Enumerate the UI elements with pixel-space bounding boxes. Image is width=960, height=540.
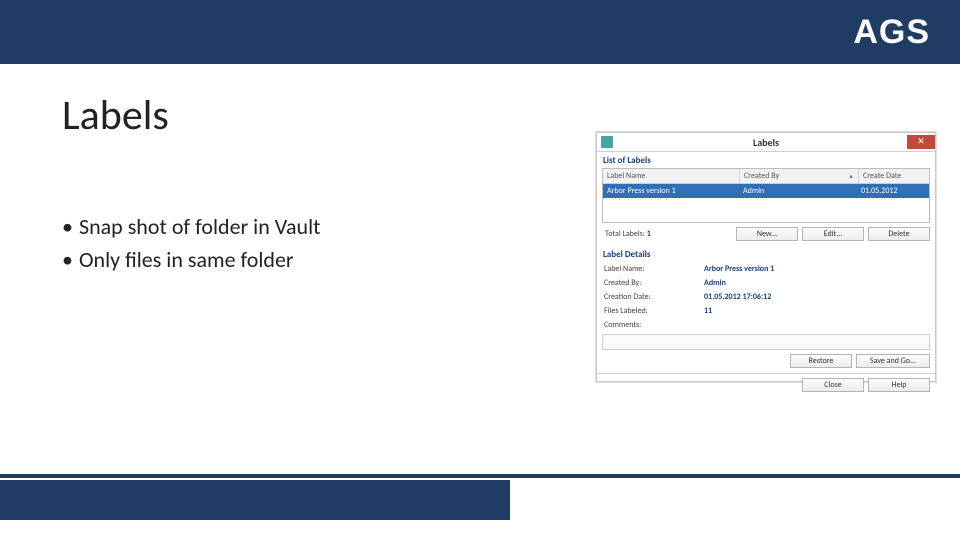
detail-value: 01.05.2012 17:06:12	[704, 292, 771, 302]
col-create-date[interactable]: Create Date	[859, 169, 929, 183]
col-create-date-text: Create Date	[863, 171, 901, 181]
comments-input[interactable]	[602, 334, 930, 350]
col-created-by-text: Created By	[744, 171, 779, 181]
detail-value: Arbor Press version 1	[704, 264, 774, 274]
detail-row-created-by: Created By: Admin	[602, 276, 930, 290]
page-title: Labels	[62, 90, 169, 141]
detail-key: Files Labeled:	[604, 306, 704, 316]
detail-row-files-labeled: Files Labeled: 11	[602, 304, 930, 318]
detail-row-creation-date: Creation Date: 01.05.2012 17:06:12	[602, 290, 930, 304]
total-labels-label: Total Labels:	[605, 229, 645, 239]
list-of-labels-header: List of Labels	[597, 152, 935, 168]
cell-label-name: Arbor Press version 1	[603, 184, 739, 198]
detail-key: Label Name:	[604, 264, 704, 274]
detail-key: Comments:	[604, 320, 704, 330]
labels-dialog: Labels ✕ List of Labels Label Name Creat…	[596, 132, 936, 382]
table-toolbar: Total Labels: 1 New... Edit... Delete	[597, 223, 935, 246]
dialog-titlebar: Labels ✕	[597, 133, 935, 152]
labels-table: Label Name Created By ▲ Create Date Arbo…	[602, 168, 930, 223]
label-details: Label Name: Arbor Press version 1 Create…	[602, 262, 930, 332]
header-bar: AGS	[0, 0, 960, 64]
cell-create-date: 01.05.2012	[857, 184, 929, 198]
save-and-go-button[interactable]: Save and Go...	[856, 354, 930, 368]
bullet-dot-icon: •	[62, 246, 73, 273]
bullet-text: Snap shot of folder in Vault	[79, 213, 321, 240]
help-button[interactable]: Help	[868, 378, 930, 392]
table-header: Label Name Created By ▲ Create Date	[603, 169, 929, 184]
bullet-item: •Snap shot of folder in Vault	[62, 210, 321, 243]
detail-value: 11	[704, 306, 712, 316]
restore-button[interactable]: Restore	[790, 354, 852, 368]
slide: AGS Labels •Snap shot of folder in Vault…	[0, 0, 960, 540]
col-label-name-text: Label Name	[607, 171, 645, 181]
detail-row-comments: Comments:	[602, 318, 930, 332]
bullet-list: •Snap shot of folder in Vault •Only file…	[62, 210, 321, 276]
dialog-title: Labels	[597, 136, 935, 149]
details-footer: Restore Save and Go...	[597, 350, 935, 370]
label-details-header: Label Details	[597, 246, 935, 262]
table-row[interactable]: Arbor Press version 1 Admin 01.05.2012	[603, 184, 929, 198]
detail-key: Created By:	[604, 278, 704, 288]
col-label-name[interactable]: Label Name	[603, 169, 740, 183]
col-created-by[interactable]: Created By ▲	[740, 169, 859, 183]
detail-value: Admin	[704, 278, 726, 288]
detail-key: Creation Date:	[604, 292, 704, 302]
detail-row-label-name: Label Name: Arbor Press version 1	[602, 262, 930, 276]
total-labels: Total Labels: 1	[605, 229, 732, 239]
bullet-item: •Only files in same folder	[62, 243, 321, 276]
delete-button[interactable]: Delete	[868, 227, 930, 241]
dialog-footer: Close Help	[597, 373, 935, 394]
brand-text: AGS	[853, 13, 930, 51]
bullet-dot-icon: •	[62, 213, 73, 240]
close-dialog-button[interactable]: Close	[802, 378, 864, 392]
edit-button[interactable]: Edit...	[802, 227, 864, 241]
total-labels-value: 1	[647, 229, 651, 239]
cell-created-by: Admin	[739, 184, 857, 198]
footer-accent	[0, 480, 510, 520]
divider-line	[0, 474, 960, 478]
table-empty-area	[603, 198, 929, 222]
new-button[interactable]: New...	[736, 227, 798, 241]
bullet-text: Only files in same folder	[79, 246, 294, 273]
sort-asc-icon: ▲	[848, 172, 854, 180]
